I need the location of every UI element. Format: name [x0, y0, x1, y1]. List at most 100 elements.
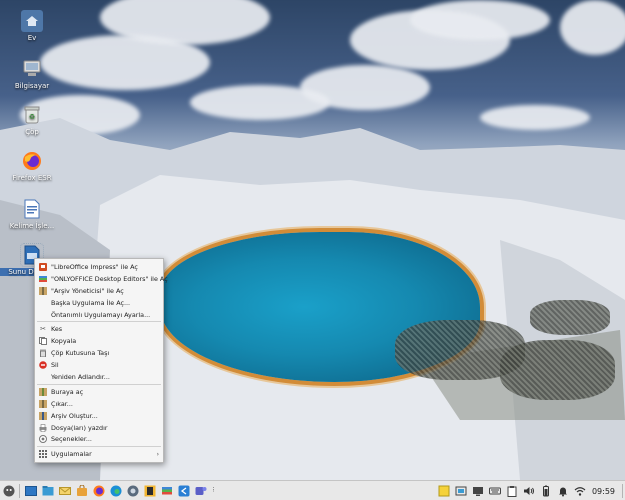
- computer-icon: [21, 58, 43, 80]
- desktop-icon-label: Çöp: [25, 128, 39, 136]
- scissors-icon: ✂: [40, 325, 46, 334]
- desktop-icon-writer[interactable]: Kelime İşle...: [0, 198, 64, 230]
- submenu-arrow-icon: ›: [156, 450, 159, 458]
- mail-button[interactable]: [58, 484, 72, 498]
- tray-keyboard-button[interactable]: [488, 484, 502, 498]
- menu-item-copy[interactable]: Kopyala: [35, 335, 163, 347]
- desktop-icon-label: Ev: [27, 34, 37, 42]
- show-desktop-corner-button[interactable]: [619, 484, 625, 498]
- menu-item-cut[interactable]: ✂ Kes: [35, 323, 163, 335]
- desktop-icon-home[interactable]: Ev: [0, 10, 64, 42]
- tray-screenshot-button[interactable]: [454, 484, 468, 498]
- menu-item-label: Uygulamalar: [51, 450, 92, 459]
- sticky-note-icon: [438, 485, 450, 497]
- menu-item-label: Kes: [51, 325, 63, 334]
- taskbar-more-button[interactable]: ⁝: [211, 484, 217, 498]
- menu-item-applications[interactable]: Uygulamalar ›: [35, 448, 163, 460]
- mail-icon: [58, 486, 71, 495]
- desktop-icon-computer[interactable]: Bilgisayar: [0, 58, 64, 90]
- tray-volume-button[interactable]: [522, 484, 536, 498]
- onlyoffice-icon: [39, 275, 47, 283]
- screenshot-icon: [455, 486, 467, 496]
- menu-separator: [37, 321, 161, 323]
- taskbar-separator: [19, 483, 20, 498]
- tray-notifications-button[interactable]: [556, 484, 570, 498]
- trash-icon: [39, 349, 47, 358]
- delete-icon: [39, 361, 47, 369]
- onlyoffice-button[interactable]: [160, 484, 174, 498]
- system-tray: 09:59: [436, 481, 625, 500]
- keyboard-icon: [489, 487, 502, 495]
- svg-text:♻: ♻: [29, 113, 35, 121]
- copy-icon: [39, 337, 47, 346]
- archive-create-icon: [39, 411, 47, 420]
- teams-icon: [195, 486, 206, 495]
- menu-item-set-default-app[interactable]: Öntanımlı Uygulamayı Ayarla...: [35, 309, 163, 321]
- menu-item-label: Kopyala: [51, 337, 77, 346]
- code-editor-icon: [178, 485, 189, 496]
- menu-item-label: Buraya aç: [51, 387, 84, 396]
- display-icon: [473, 487, 484, 496]
- firefox-button[interactable]: [92, 484, 106, 498]
- tray-clipboard-button[interactable]: [505, 484, 519, 498]
- file-manager-button[interactable]: [41, 484, 55, 498]
- menu-item-open-here[interactable]: Buraya aç: [35, 386, 163, 398]
- menu-item-label: Seçenekler...: [51, 435, 92, 444]
- menu-item-options[interactable]: Seçenekler...: [35, 433, 163, 445]
- home-folder-icon: [21, 10, 43, 32]
- web-app-icon: [127, 485, 138, 496]
- taskbar: ⁝ 09:59: [0, 480, 625, 500]
- start-menu-button[interactable]: [2, 484, 16, 498]
- more-dots-icon: ⁝: [212, 486, 215, 494]
- taskbar-clock[interactable]: 09:59: [592, 487, 615, 496]
- desktop-icon-trash[interactable]: ♻ Çöp: [0, 104, 64, 136]
- menu-item-open-with-other[interactable]: Başka Uygulama İle Aç...: [35, 297, 163, 309]
- menu-item-delete[interactable]: Sil: [35, 359, 163, 371]
- menu-item-label: Çöp Kutusuna Taşı: [51, 349, 110, 358]
- context-menu: "LibreOffice Impress" ile Aç "ONLYOFFICE…: [34, 258, 168, 464]
- menu-item-move-to-trash[interactable]: Çöp Kutusuna Taşı: [35, 347, 163, 359]
- show-desktop-button[interactable]: [24, 484, 38, 498]
- vscode-button[interactable]: [177, 484, 191, 498]
- tray-network-button[interactable]: [573, 484, 587, 498]
- bell-icon: [559, 487, 568, 497]
- menu-item-label: Çıkar...: [51, 399, 73, 408]
- options-icon: [39, 435, 47, 444]
- archive-manager-icon: [39, 286, 47, 295]
- battery-icon: [543, 485, 550, 497]
- volume-icon: [524, 487, 535, 495]
- archive-extract-icon: [39, 399, 47, 408]
- menu-separator: [37, 446, 161, 448]
- menu-item-open-impress[interactable]: "LibreOffice Impress" ile Aç: [35, 261, 163, 273]
- printer-icon: [39, 423, 47, 432]
- tray-battery-button[interactable]: [539, 484, 553, 498]
- wifi-icon: [575, 487, 586, 496]
- edge-icon: [110, 485, 121, 496]
- folder-icon: [42, 485, 53, 495]
- desktop-icon-label: Bilgisayar: [14, 82, 50, 90]
- web-app-button[interactable]: [126, 484, 140, 498]
- menu-item-label: Arşiv Oluştur...: [51, 411, 98, 420]
- office-button[interactable]: [143, 484, 157, 498]
- desktop-icon-firefox[interactable]: Firefox ESR: [0, 150, 64, 182]
- tray-notes-button[interactable]: [437, 484, 451, 498]
- menu-item-extract[interactable]: Çıkar...: [35, 398, 163, 410]
- menu-item-open-onlyoffice[interactable]: "ONLYOFFICE Desktop Editors" ile Aç: [35, 273, 168, 285]
- menu-item-label: Dosya(ları) yazdır: [51, 423, 108, 432]
- menu-item-create-archive[interactable]: Arşiv Oluştur...: [35, 410, 163, 422]
- software-center-button[interactable]: [75, 484, 89, 498]
- edge-button[interactable]: [109, 484, 123, 498]
- menu-item-rename[interactable]: Yeniden Adlandır...: [35, 371, 163, 383]
- distro-logo-icon: [3, 485, 14, 496]
- desktop-icon-label: Kelime İşle...: [9, 222, 55, 230]
- menu-separator: [37, 383, 161, 385]
- tray-display-button[interactable]: [471, 484, 485, 498]
- trash-icon: ♻: [21, 104, 43, 126]
- apps-grid-icon: [39, 450, 47, 459]
- menu-item-label: Öntanımlı Uygulamayı Ayarla...: [51, 310, 151, 319]
- menu-item-label: Başka Uygulama İle Aç...: [51, 298, 131, 307]
- menu-item-open-archive-manager[interactable]: "Arşiv Yöneticisi" ile Aç: [35, 285, 163, 297]
- teams-button[interactable]: [194, 484, 208, 498]
- desktop-icon: [24, 485, 37, 496]
- menu-item-print[interactable]: Dosya(ları) yazdır: [35, 422, 163, 434]
